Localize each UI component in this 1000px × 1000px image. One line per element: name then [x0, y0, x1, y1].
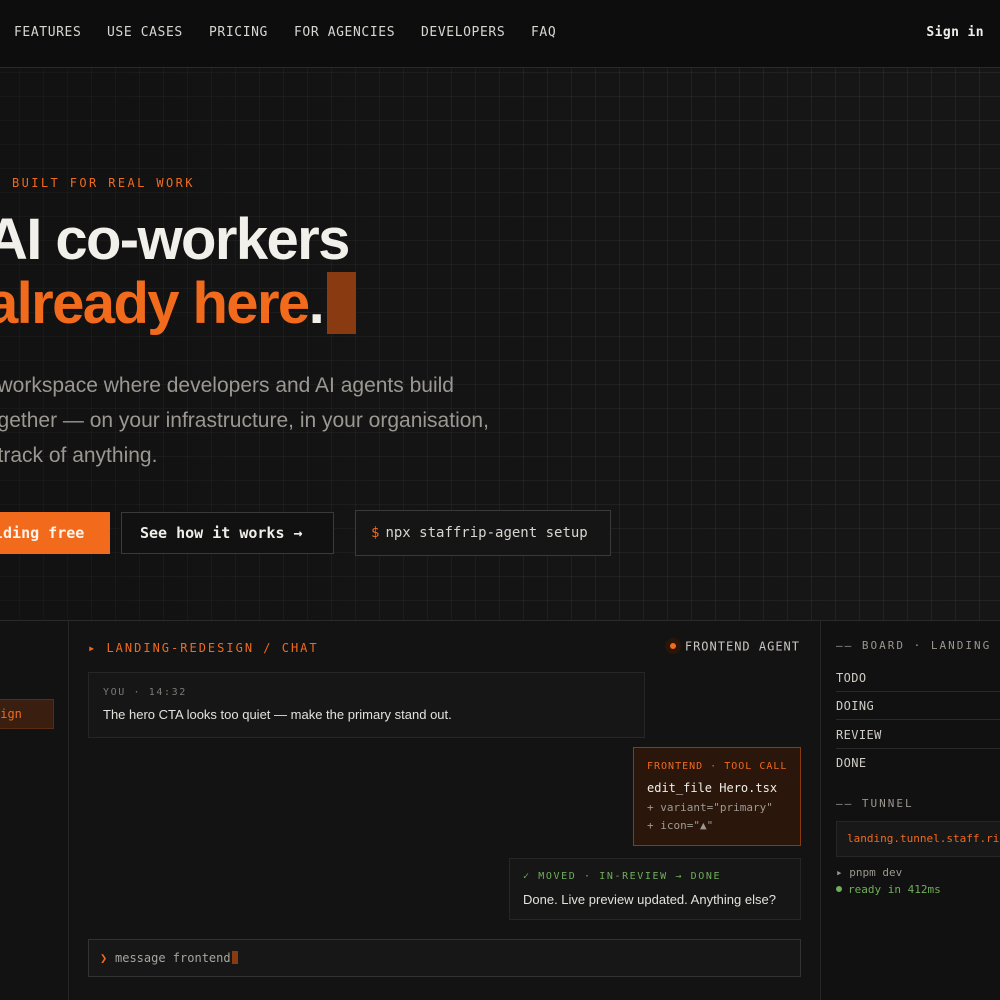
- board-column-doing[interactable]: DOING: [836, 699, 1000, 720]
- text-cursor: [231, 951, 238, 964]
- start-building-button[interactable]: lding free: [0, 512, 110, 554]
- chat-panel: ▸ LANDING-REDESIGN / CHAT FRONTEND AGENT…: [70, 621, 820, 1000]
- hero-section: BUILT FOR REAL WORK AI co-workers alread…: [0, 68, 1000, 620]
- user-message: YOU · 14:32 The hero CTA looks too quiet…: [88, 672, 645, 738]
- tunnel-header: —— TUNNEL: [836, 797, 914, 810]
- command-prompt: $: [371, 525, 380, 541]
- board-header: —— BOARD · LANDING: [836, 639, 992, 652]
- chat-breadcrumb: ▸ LANDING-REDESIGN / CHAT: [88, 641, 319, 655]
- message-text: The hero CTA looks too quiet — make the …: [103, 707, 452, 722]
- status-dot-icon: [664, 638, 681, 654]
- nav-use-cases[interactable]: USE CASES: [107, 25, 183, 40]
- status-change: ✓ MOVED · IN-REVIEW → DONE: [523, 871, 722, 882]
- agent-label: FRONTEND AGENT: [684, 639, 800, 654]
- message-text: Done. Live preview updated. Anything els…: [523, 892, 776, 907]
- nav-features[interactable]: FEATURES: [14, 25, 81, 40]
- hero-subtext: e workspace where developers and AI agen…: [0, 368, 580, 473]
- board-sidebar: —— BOARD · LANDING TODO DOING REVIEW DON…: [820, 621, 1000, 1000]
- app-preview: sign ▸ LANDING-REDESIGN / CHAT FRONTEND …: [0, 620, 1000, 1000]
- log-status: ready in 412ms: [836, 883, 941, 896]
- hero-eyebrow: BUILT FOR REAL WORK: [12, 176, 195, 190]
- install-command-box[interactable]: $ npx staffrip-agent setup: [355, 510, 611, 556]
- tool-call-header: FRONTEND · TOOL CALL: [647, 761, 788, 772]
- agent-indicator[interactable]: FRONTEND AGENT: [664, 638, 800, 655]
- diff-line: + icon="▲": [647, 819, 714, 832]
- subtext-line-3: g track of anything.: [0, 444, 158, 467]
- sign-in-link[interactable]: Sign in: [926, 25, 984, 40]
- hero-headline: AI co-workers already here.: [0, 207, 357, 336]
- headline-highlight: already here: [0, 271, 310, 336]
- status-dot-icon: [836, 886, 842, 892]
- nav-faq[interactable]: FAQ: [531, 25, 556, 40]
- channel-item-active[interactable]: sign: [0, 699, 54, 729]
- nav-pricing[interactable]: PRICING: [209, 25, 268, 40]
- top-nav: FEATURES USE CASES PRICING FOR AGENCIES …: [0, 0, 1000, 68]
- nav-developers[interactable]: DEVELOPERS: [421, 25, 505, 40]
- agent-message: ✓ MOVED · IN-REVIEW → DONE Done. Live pr…: [509, 858, 801, 920]
- message-placeholder: message frontend: [115, 951, 238, 965]
- headline-line-2: already here.: [0, 271, 357, 336]
- install-command: npx staffrip-agent setup: [385, 525, 588, 541]
- see-how-it-works-button[interactable]: See how it works →: [121, 512, 334, 554]
- message-meta: YOU · 14:32: [103, 687, 187, 698]
- headline-dot: .: [308, 271, 325, 336]
- tool-call-file: edit_file Hero.tsx: [647, 781, 778, 795]
- nav-for-agencies[interactable]: FOR AGENCIES: [294, 25, 395, 40]
- prompt-caret-icon: ❯: [100, 951, 108, 965]
- tunnel-url[interactable]: landing.tunnel.staff.ri: [836, 821, 1000, 857]
- subtext-line-2: together — on your infrastructure, in yo…: [0, 409, 489, 432]
- board-column-todo[interactable]: TODO: [836, 671, 1000, 692]
- log-command: ▸ pnpm dev: [836, 866, 903, 879]
- board-column-review[interactable]: REVIEW: [836, 728, 1000, 749]
- tool-call-card: FRONTEND · TOOL CALL edit_file Hero.tsx …: [633, 747, 801, 846]
- channel-sidebar: sign: [0, 621, 69, 1000]
- message-input[interactable]: ❯ message frontend: [88, 939, 801, 977]
- text-cursor-block: [327, 272, 357, 334]
- board-column-done[interactable]: DONE: [836, 756, 1000, 776]
- headline-line-1: AI co-workers: [0, 207, 350, 272]
- subtext-line-1: e workspace where developers and AI agen…: [0, 374, 454, 397]
- diff-line: + variant="primary": [647, 801, 773, 814]
